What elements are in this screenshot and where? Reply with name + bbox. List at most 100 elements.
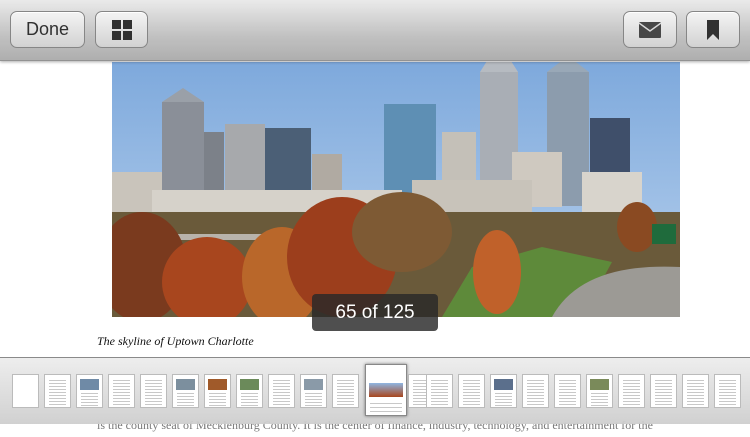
page-thumbnail[interactable]	[682, 374, 709, 408]
thumbnail-text-line	[145, 383, 162, 384]
thumbnail-text-line	[209, 393, 226, 394]
thumbnail-text-line	[623, 395, 640, 396]
thumbnail-text-line	[431, 398, 448, 399]
page-thumbnail[interactable]	[650, 374, 677, 408]
thumbnail-text-line	[463, 398, 480, 399]
page-thumbnail[interactable]	[44, 374, 71, 408]
page-thumbnail[interactable]	[618, 374, 645, 408]
thumbnail-text-line	[337, 395, 354, 396]
thumbnail-text-line	[527, 401, 544, 402]
thumbnail-text-line	[337, 398, 354, 399]
thumbnail-text-line	[655, 392, 672, 393]
thumbnail-text-line	[81, 396, 98, 397]
thumbnail-text-line	[527, 386, 544, 387]
grid-view-button[interactable]	[95, 11, 148, 48]
page-thumbnail[interactable]	[586, 374, 613, 408]
page-thumbnail[interactable]	[236, 374, 263, 408]
thumbnail-text-line	[273, 401, 290, 402]
thumbnail-text-line	[495, 402, 512, 403]
page-thumbnail[interactable]	[332, 374, 359, 408]
thumbnail-text-line	[431, 380, 448, 381]
page-thumbnail[interactable]	[76, 374, 103, 408]
page-thumbnail[interactable]	[300, 374, 327, 408]
thumbnail-text-line	[655, 383, 672, 384]
thumbnail-text-line	[49, 392, 66, 393]
page-thumbnail[interactable]	[458, 374, 485, 408]
bookmark-button[interactable]	[686, 11, 740, 48]
thumbnail-text-line	[463, 395, 480, 396]
page-thumbnail-strip[interactable]	[0, 357, 750, 424]
page-thumbnail[interactable]	[108, 374, 135, 408]
thumbnail-image	[176, 379, 195, 390]
thumbnail-text-line	[719, 398, 736, 399]
thumbnail-text-line	[655, 401, 672, 402]
thumbnail-text-line	[241, 402, 258, 403]
thumbnail-text-line	[241, 396, 258, 397]
thumbnail-text-line	[209, 405, 226, 406]
thumbnail-text-line	[305, 393, 322, 394]
thumbnail-text-line	[623, 392, 640, 393]
thumbnail-text-line	[591, 405, 608, 406]
thumbnail-text-line	[431, 401, 448, 402]
thumbnail-text-line	[463, 383, 480, 384]
thumbnail-text-line	[527, 404, 544, 405]
thumbnail-text-line	[623, 380, 640, 381]
thumbnail-text-line	[273, 389, 290, 390]
current-page-thumbnail[interactable]	[365, 364, 407, 416]
page-thumbnail[interactable]	[140, 374, 167, 408]
page-thumbnail[interactable]	[172, 374, 199, 408]
page-thumbnail[interactable]	[204, 374, 231, 408]
thumbnail-text-line	[463, 401, 480, 402]
thumbnail-text-line	[463, 404, 480, 405]
thumbnail-image	[590, 379, 609, 390]
thumbnail-text-line	[655, 389, 672, 390]
thumbnail-image	[208, 379, 227, 390]
thumbnail-text-line	[495, 399, 512, 400]
page-thumbnail[interactable]	[522, 374, 549, 408]
done-button[interactable]: Done	[10, 11, 85, 48]
thumbnail-text-line	[623, 401, 640, 402]
page-thumbnail[interactable]	[12, 374, 39, 408]
thumbnail-text-line	[431, 389, 448, 390]
page-thumbnail[interactable]	[426, 374, 453, 408]
page-thumbnail[interactable]	[490, 374, 517, 408]
skyline-illustration	[112, 62, 680, 317]
thumbnail-text-line	[145, 389, 162, 390]
thumbnail-text-line	[655, 398, 672, 399]
thumbnail-text-line	[591, 396, 608, 397]
page-thumbnail[interactable]	[714, 374, 741, 408]
thumbnail-text-line	[273, 395, 290, 396]
page-thumbnail[interactable]	[268, 374, 295, 408]
thumbnail-text-line	[431, 386, 448, 387]
thumbnail-text-line	[431, 392, 448, 393]
thumbnail-text-line	[209, 402, 226, 403]
thumbnail-text-line	[370, 411, 402, 412]
thumbnail-text-line	[113, 380, 130, 381]
thumbnail-text-line	[527, 398, 544, 399]
thumbnail-text-line	[463, 389, 480, 390]
thumbnail-text-line	[49, 386, 66, 387]
thumbnail-text-line	[145, 395, 162, 396]
share-mail-button[interactable]	[623, 11, 677, 48]
thumbnail-text-line	[370, 407, 402, 408]
thumbnail-text-line	[305, 405, 322, 406]
thumbnail-text-line	[463, 380, 480, 381]
thumbnail-text-line	[273, 404, 290, 405]
thumbnail-text-line	[177, 405, 194, 406]
thumbnail-text-line	[209, 396, 226, 397]
thumbnail-text-line	[463, 386, 480, 387]
page-thumbnail[interactable]	[554, 374, 581, 408]
thumbnail-text-line	[719, 380, 736, 381]
page-counter: 65 of 125	[312, 294, 438, 331]
thumbnail-text-line	[719, 401, 736, 402]
thumbnail-text-line	[113, 386, 130, 387]
skyline-photo	[112, 62, 680, 317]
thumbnail-text-line	[495, 396, 512, 397]
thumbnail-text-line	[81, 402, 98, 403]
thumbnail-text-line	[719, 392, 736, 393]
thumbnail-text-line	[337, 392, 354, 393]
thumbnail-text-line	[145, 386, 162, 387]
thumbnail-text-line	[113, 401, 130, 402]
thumbnail-text-line	[623, 383, 640, 384]
thumbnail-text-line	[209, 399, 226, 400]
